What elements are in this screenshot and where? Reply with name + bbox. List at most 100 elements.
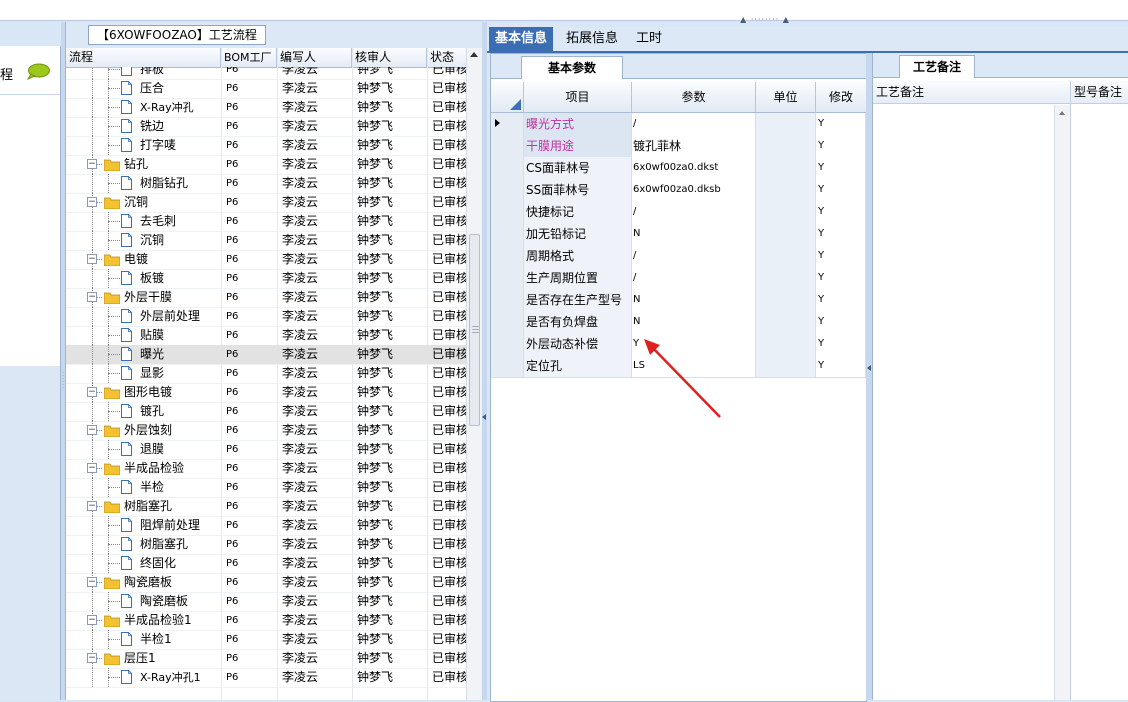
- param-row[interactable]: CS面菲林号 6x0wf00za0.dkst Y: [491, 157, 866, 180]
- param-modify-cell[interactable]: Y: [816, 245, 866, 267]
- tree-row[interactable]: 树脂钻孔 P6 李凌云 钟梦飞 已审核: [66, 174, 466, 194]
- param-unit-cell[interactable]: [756, 311, 816, 333]
- notes-scrollbar[interactable]: [1054, 105, 1070, 700]
- row-indicator[interactable]: [491, 135, 524, 157]
- tree-row[interactable]: 板镀 P6 李凌云 钟梦飞 已审核: [66, 269, 466, 289]
- collapse-toggle-icon[interactable]: −: [87, 425, 97, 435]
- param-unit-cell[interactable]: [756, 355, 816, 377]
- param-modify-cell[interactable]: Y: [816, 135, 866, 157]
- row-indicator[interactable]: [491, 157, 524, 179]
- tree-row[interactable]: − 树脂塞孔 P6 李凌云 钟梦飞 已审核: [66, 497, 466, 517]
- column-header-param[interactable]: 参数: [632, 82, 756, 112]
- row-indicator-header[interactable]: [491, 82, 524, 112]
- param-row[interactable]: 生产周期位置 / Y: [491, 267, 866, 290]
- collapse-toggle-icon[interactable]: −: [87, 254, 97, 264]
- scroll-thumb[interactable]: — — —: [469, 234, 480, 426]
- collapse-toggle-icon[interactable]: −: [87, 292, 97, 302]
- notes-column-model[interactable]: 型号备注: [1074, 81, 1122, 103]
- param-modify-cell[interactable]: Y: [816, 113, 866, 135]
- param-row[interactable]: 干膜用途 镀孔菲林 Y: [491, 135, 866, 158]
- tab-basic-params[interactable]: 基本参数: [521, 56, 623, 79]
- scroll-up-arrow-icon[interactable]: [1059, 111, 1065, 115]
- param-unit-cell[interactable]: [756, 135, 816, 157]
- param-value-cell[interactable]: /: [632, 113, 756, 135]
- param-unit-cell[interactable]: [756, 113, 816, 135]
- column-header-bom-factory[interactable]: BOM工厂: [221, 48, 277, 67]
- scroll-up-arrow-icon[interactable]: [470, 52, 478, 57]
- tree-row[interactable]: 外层前处理 P6 李凌云 钟梦飞 已审核: [66, 307, 466, 327]
- tree-row[interactable]: 镀孔 P6 李凌云 钟梦飞 已审核: [66, 402, 466, 422]
- param-unit-cell[interactable]: [756, 333, 816, 355]
- tree-row[interactable]: 曝光 P6 李凌云 钟梦飞 已审核: [66, 345, 466, 365]
- param-value-cell[interactable]: N: [632, 289, 756, 311]
- tab-basic-info[interactable]: 基本信息: [489, 27, 554, 51]
- param-unit-cell[interactable]: [756, 267, 816, 289]
- column-header-reviewer[interactable]: 核审人: [352, 48, 427, 67]
- tree-row[interactable]: − 半成品检验1 P6 李凌云 钟梦飞 已审核: [66, 611, 466, 631]
- tree-row[interactable]: 树脂塞孔 P6 李凌云 钟梦飞 已审核: [66, 535, 466, 555]
- tree-row[interactable]: X-Ray冲孔 P6 李凌云 钟梦飞 已审核: [66, 98, 466, 118]
- param-value-cell[interactable]: 6x0wf00za0.dksb: [632, 179, 756, 201]
- param-value-cell[interactable]: N: [632, 311, 756, 333]
- tree-scrollbar[interactable]: — — —: [466, 48, 482, 700]
- middle-splitter[interactable]: [482, 22, 487, 700]
- tree-row[interactable]: 半检 P6 李凌云 钟梦飞 已审核: [66, 478, 466, 498]
- top-splitter-grip[interactable]: ▲ ········ ▲: [740, 16, 790, 24]
- collapse-left-icon[interactable]: [867, 365, 871, 371]
- tree-row[interactable]: 压合 P6 李凌云 钟梦飞 已审核: [66, 79, 466, 99]
- param-unit-cell[interactable]: [756, 179, 816, 201]
- collapse-left-icon[interactable]: [482, 414, 486, 420]
- param-modify-cell[interactable]: Y: [816, 267, 866, 289]
- column-header-modify[interactable]: 修改: [816, 82, 866, 112]
- param-modify-cell[interactable]: Y: [816, 355, 866, 377]
- tree-row[interactable]: − 外层干膜 P6 李凌云 钟梦飞 已审核: [66, 288, 466, 308]
- column-header-item[interactable]: 项目: [524, 82, 632, 112]
- collapse-toggle-icon[interactable]: −: [87, 463, 97, 473]
- param-value-cell[interactable]: 镀孔菲林: [632, 135, 756, 157]
- param-row[interactable]: 是否有负焊盘 N Y: [491, 311, 866, 334]
- param-value-cell[interactable]: /: [632, 267, 756, 289]
- tree-row[interactable]: 陶瓷磨板 P6 李凌云 钟梦飞 已审核: [66, 592, 466, 612]
- tab-process-notes[interactable]: 工艺备注: [899, 55, 975, 78]
- param-unit-cell[interactable]: [756, 289, 816, 311]
- tree-row[interactable]: 半检1 P6 李凌云 钟梦飞 已审核: [66, 630, 466, 650]
- param-modify-cell[interactable]: Y: [816, 157, 866, 179]
- tree-row[interactable]: − 层压1 P6 李凌云 钟梦飞 已审核: [66, 649, 466, 669]
- param-row[interactable]: 快捷标记 / Y: [491, 201, 866, 224]
- param-value-cell[interactable]: /: [632, 245, 756, 267]
- tree-row[interactable]: 阻焊前处理 P6 李凌云 钟梦飞 已审核: [66, 516, 466, 536]
- row-indicator[interactable]: [491, 267, 524, 289]
- param-modify-cell[interactable]: Y: [816, 333, 866, 355]
- tree-row[interactable]: − 沉铜 P6 李凌云 钟梦飞 已审核: [66, 193, 466, 213]
- tree-row[interactable]: 打字唛 P6 李凌云 钟梦飞 已审核: [66, 136, 466, 156]
- param-modify-cell[interactable]: Y: [816, 201, 866, 223]
- row-indicator[interactable]: [491, 223, 524, 245]
- tree-row[interactable]: − 陶瓷磨板 P6 李凌云 钟梦飞 已审核: [66, 573, 466, 593]
- collapse-toggle-icon[interactable]: −: [87, 577, 97, 587]
- column-header-process[interactable]: 流程: [66, 48, 221, 67]
- collapse-toggle-icon[interactable]: −: [87, 159, 97, 169]
- param-modify-cell[interactable]: Y: [816, 223, 866, 245]
- row-indicator[interactable]: [491, 355, 524, 377]
- row-indicator[interactable]: [491, 201, 524, 223]
- collapse-toggle-icon[interactable]: −: [87, 197, 97, 207]
- param-row[interactable]: 周期格式 / Y: [491, 245, 866, 268]
- param-unit-cell[interactable]: [756, 245, 816, 267]
- chat-bubble-icon[interactable]: [26, 63, 50, 80]
- row-indicator[interactable]: [491, 113, 524, 135]
- tree-row[interactable]: X-Ray冲孔1 P6 李凌云 钟梦飞 已审核: [66, 668, 466, 688]
- notes-column-process[interactable]: 工艺备注: [876, 81, 924, 103]
- param-row[interactable]: 是否存在生产型号 N Y: [491, 289, 866, 312]
- param-modify-cell[interactable]: Y: [816, 289, 866, 311]
- param-modify-cell[interactable]: Y: [816, 311, 866, 333]
- param-value-cell[interactable]: N: [632, 223, 756, 245]
- tree-row[interactable]: − 电镀 P6 李凌云 钟梦飞 已审核: [66, 250, 466, 270]
- tree-row[interactable]: − 钻孔 P6 李凌云 钟梦飞 已审核: [66, 155, 466, 175]
- collapse-toggle-icon[interactable]: −: [87, 501, 97, 511]
- tree-row[interactable]: 退膜 P6 李凌云 钟梦飞 已审核: [66, 440, 466, 460]
- param-unit-cell[interactable]: [756, 223, 816, 245]
- row-indicator[interactable]: [491, 311, 524, 333]
- tree-row[interactable]: 铣边 P6 李凌云 钟梦飞 已审核: [66, 117, 466, 137]
- column-header-unit[interactable]: 单位: [756, 82, 816, 112]
- tree-row[interactable]: − 半成品检验 P6 李凌云 钟梦飞 已审核: [66, 459, 466, 479]
